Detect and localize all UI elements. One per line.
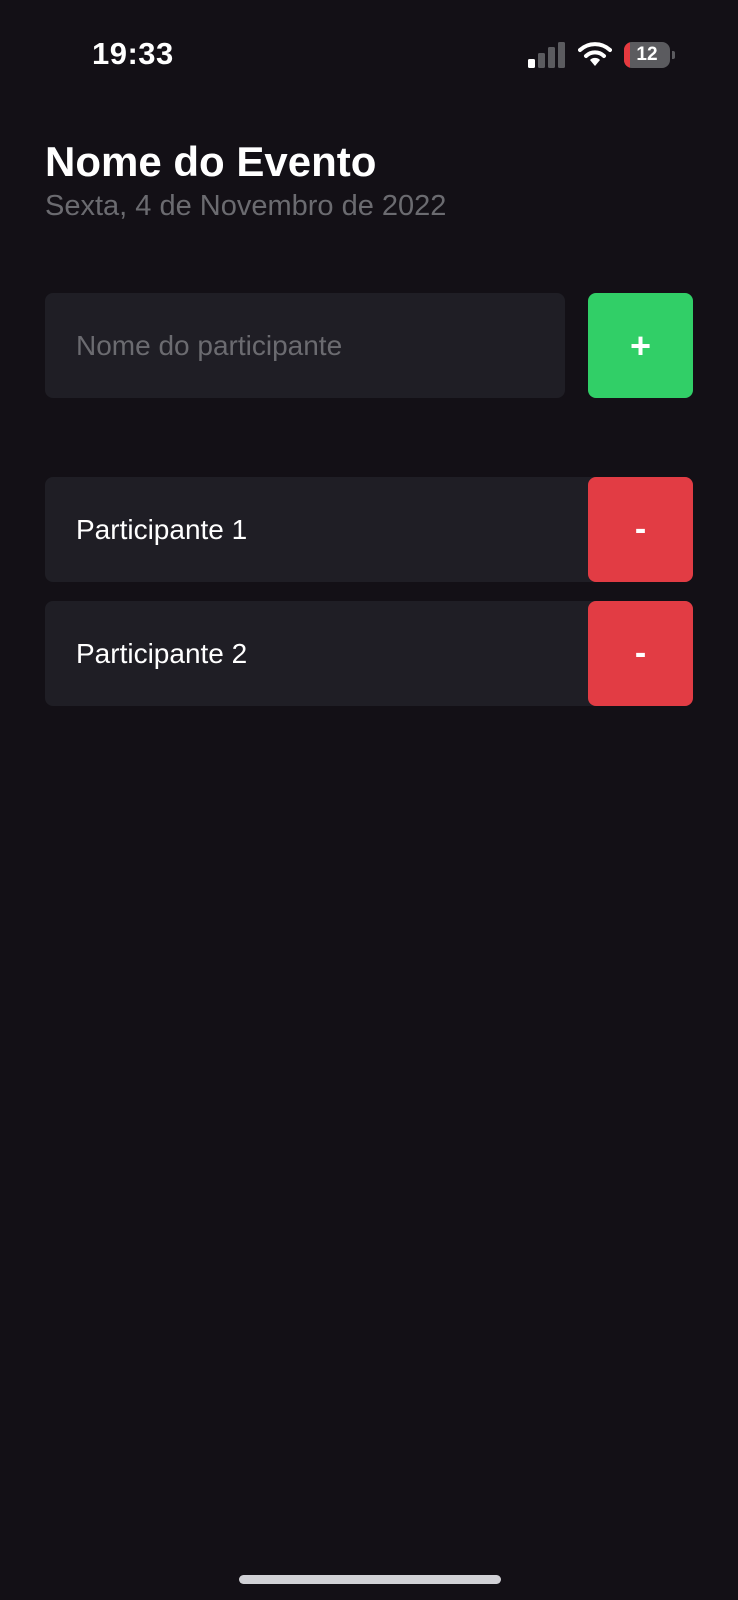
status-bar: 19:33 12 [0, 0, 738, 110]
participant-name-input[interactable] [45, 293, 565, 398]
remove-participant-button[interactable]: - [588, 477, 693, 582]
participant-row: Participante 1 - [45, 477, 693, 582]
page-title: Nome do Evento [45, 138, 377, 185]
participant-name: Participante 1 [76, 514, 248, 545]
home-indicator[interactable] [239, 1575, 501, 1584]
add-participant-button[interactable]: + [588, 293, 693, 398]
battery-cap [672, 51, 675, 59]
battery-body: 12 [624, 42, 670, 68]
participant-list: Participante 1 - Participante 2 - [45, 477, 693, 725]
event-date: Sexta, 4 de Novembro de 2022 [45, 190, 447, 222]
remove-participant-button[interactable]: - [588, 601, 693, 706]
battery-icon: 12 [624, 42, 675, 68]
battery-level: 12 [636, 44, 658, 65]
wifi-icon [578, 42, 612, 66]
status-time: 19:33 [92, 36, 174, 71]
participant-name: Participante 2 [76, 638, 248, 669]
participant-row: Participante 2 - [45, 601, 693, 706]
cellular-signal-icon [528, 42, 565, 68]
